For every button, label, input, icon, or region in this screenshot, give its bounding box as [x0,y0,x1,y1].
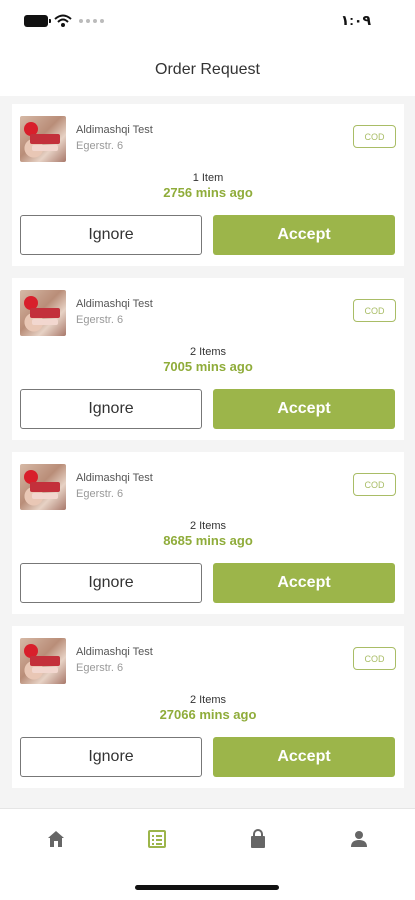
status-bar: ١:٠٩ [0,0,415,44]
tab-shop[interactable] [246,827,270,851]
tab-orders[interactable] [145,827,169,851]
status-icons [24,14,112,28]
store-address: Egerstr. 6 [76,140,124,152]
store-logo [20,116,66,162]
store-logo [20,638,66,684]
order-card: Aldimashqi Test Egerstr. 6 COD 1 Item 27… [12,104,404,266]
accept-button[interactable]: Accept [213,389,395,429]
signal-dots-icon [79,19,104,23]
home-indicator [135,885,279,890]
ignore-button[interactable]: Ignore [20,215,202,255]
store-name: Aldimashqi Test [76,124,153,136]
order-age: 2756 mins ago [163,185,253,200]
ignore-button[interactable]: Ignore [20,563,202,603]
order-age: 8685 mins ago [163,533,253,548]
user-icon [351,831,367,847]
accept-button[interactable]: Accept [213,563,395,603]
order-age: 27066 mins ago [159,707,257,722]
store-name: Aldimashqi Test [76,298,153,310]
tab-profile[interactable] [347,827,371,851]
ignore-button[interactable]: Ignore [20,737,202,777]
home-icon [48,831,64,847]
store-logo [20,290,66,336]
store-name: Aldimashqi Test [76,472,153,484]
payment-badge: COD [353,647,396,670]
battery-icon [24,15,51,27]
store-address: Egerstr. 6 [76,314,124,326]
item-count: 2 Items [189,520,227,532]
shopping-bag-icon [251,829,265,848]
order-card: Aldimashqi Test Egerstr. 6 COD 2 Items 2… [12,626,404,788]
order-card: Aldimashqi Test Egerstr. 6 COD 2 Items 8… [12,452,404,614]
order-request-screen: ١:٠٩ Order Request Aldimashqi Test Egers… [0,0,415,900]
bottom-tab-bar [0,808,415,900]
order-list-icon [148,830,166,848]
payment-badge: COD [353,125,396,148]
item-count: 1 Item [192,172,224,184]
accept-button[interactable]: Accept [213,215,395,255]
tab-home[interactable] [44,827,68,851]
page-title: Order Request [155,61,260,78]
item-count: 2 Items [189,346,227,358]
payment-badge: COD [353,299,396,322]
payment-badge: COD [353,473,396,496]
store-name: Aldimashqi Test [76,646,153,658]
store-address: Egerstr. 6 [76,662,124,674]
page-header: Order Request [0,44,415,96]
item-count: 2 Items [189,694,227,706]
order-card: Aldimashqi Test Egerstr. 6 COD 2 Items 7… [12,278,404,440]
status-time: ١:٠٩ [340,12,371,28]
accept-button[interactable]: Accept [213,737,395,777]
order-list: Aldimashqi Test Egerstr. 6 COD 1 Item 27… [12,104,404,800]
order-age: 7005 mins ago [163,359,253,374]
ignore-button[interactable]: Ignore [20,389,202,429]
store-address: Egerstr. 6 [76,488,124,500]
store-logo [20,464,66,510]
wifi-icon [54,14,72,27]
